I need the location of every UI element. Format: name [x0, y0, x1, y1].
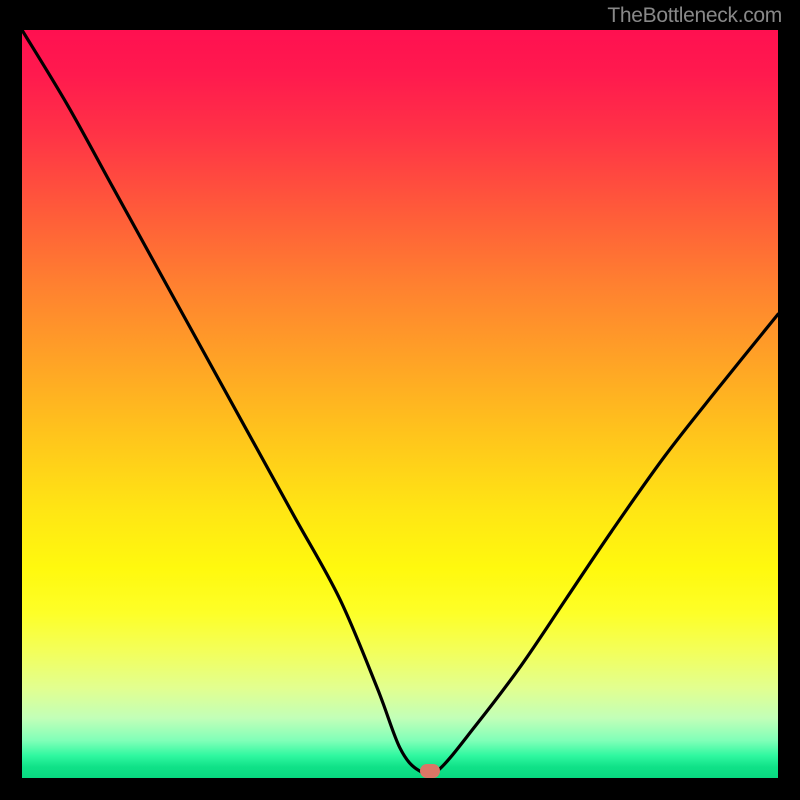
optimal-point-marker — [420, 764, 440, 778]
plot-area — [22, 30, 778, 778]
watermark-text: TheBottleneck.com — [607, 4, 782, 28]
bottleneck-curve — [22, 30, 778, 778]
chart-container: TheBottleneck.com — [0, 0, 800, 800]
